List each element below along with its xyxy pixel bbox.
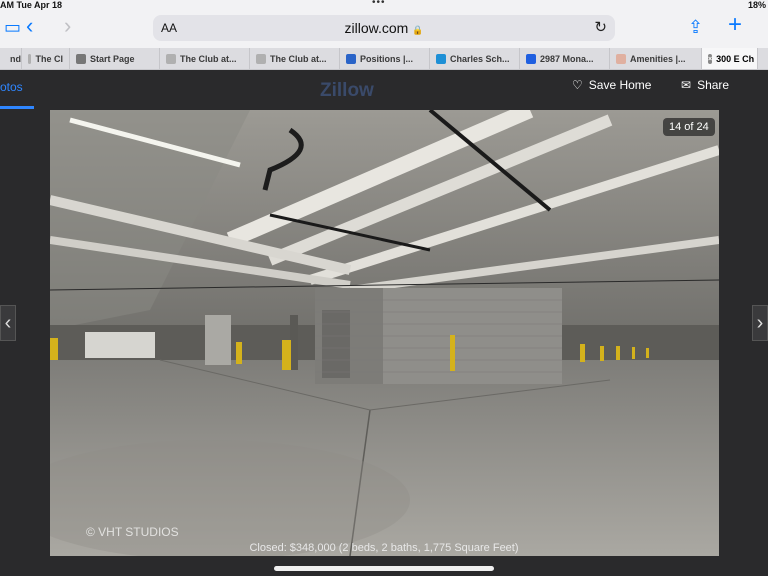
tab-label: Start Page bbox=[90, 54, 135, 64]
lock-icon: 🔒 bbox=[412, 25, 424, 35]
amenities-favicon-icon bbox=[616, 54, 626, 64]
tab-label: 2987 Mona... bbox=[540, 54, 594, 64]
tab-label: nd bbox=[10, 54, 21, 64]
tab-label: Charles Sch... bbox=[450, 54, 510, 64]
tab-item[interactable]: The Club at... bbox=[160, 48, 250, 69]
photo-counter: 14 of 24 bbox=[663, 118, 715, 136]
tab-label: The Club at... bbox=[180, 54, 237, 64]
home-indicator[interactable] bbox=[274, 566, 494, 571]
sidebar-icon[interactable]: ▭ bbox=[4, 16, 21, 38]
chevron-right-icon: › bbox=[756, 311, 764, 334]
grid-favicon-icon bbox=[346, 54, 356, 64]
zillow-photo-viewer: otos Zillow ♡ Save Home ✉ Share 14 of 24… bbox=[0, 70, 768, 576]
tab-label: The Club at... bbox=[270, 54, 327, 64]
zillow-favicon-icon bbox=[526, 54, 536, 64]
garage-photo-image bbox=[50, 110, 719, 556]
tab-photos[interactable]: otos bbox=[0, 80, 23, 94]
reload-icon[interactable]: ↻ bbox=[594, 18, 607, 36]
save-home-label: Save Home bbox=[588, 78, 652, 92]
tab-underline bbox=[0, 106, 34, 109]
tab-item[interactable]: Charles Sch... bbox=[430, 48, 520, 69]
multitasking-dots[interactable]: ••• bbox=[372, 0, 386, 8]
forward-icon[interactable]: › bbox=[64, 15, 71, 37]
m-favicon-icon bbox=[256, 54, 266, 64]
tab-label: Positions |... bbox=[360, 54, 414, 64]
zillow-logo: Zillow bbox=[320, 80, 374, 101]
tab-strip: nd The Cl Start Page The Club at... The Club… bbox=[0, 48, 768, 70]
status-bar: AM Tue Apr 18 ••• 18% bbox=[0, 0, 768, 10]
tab-item[interactable]: nd bbox=[0, 48, 22, 69]
next-photo-button[interactable]: › bbox=[752, 305, 768, 341]
tab-item[interactable]: Start Page bbox=[70, 48, 160, 69]
new-tab-icon[interactable]: + bbox=[728, 13, 742, 37]
share-icon[interactable]: ⇪ bbox=[688, 16, 703, 38]
tab-label: Amenities |... bbox=[630, 54, 686, 64]
chevron-left-icon: ‹ bbox=[4, 311, 12, 334]
heart-icon: ♡ bbox=[572, 78, 583, 92]
status-time: AM Tue Apr 18 bbox=[0, 0, 63, 10]
schwab-favicon-icon bbox=[436, 54, 446, 64]
tab-item[interactable]: Positions |... bbox=[340, 48, 430, 69]
save-home-button[interactable]: ♡ Save Home bbox=[572, 78, 651, 92]
listing-photo[interactable] bbox=[50, 110, 719, 556]
photo-caption: Closed: $348,000 (2 beds, 2 baths, 1,775… bbox=[249, 542, 519, 554]
browser-toolbar: ▭ ‹ › AA zillow.com 🔒 ↻ ⇪ + bbox=[0, 10, 768, 48]
tab-item[interactable]: The Club at... bbox=[250, 48, 340, 69]
tab-label: 300 E Ch bbox=[716, 54, 755, 64]
mail-icon: ✉ bbox=[681, 78, 692, 92]
share-button[interactable]: ✉ Share bbox=[681, 78, 729, 92]
url-domain: zillow.com 🔒 bbox=[344, 20, 424, 36]
tab-item[interactable]: × 300 E Ch bbox=[702, 48, 758, 69]
share-label: Share bbox=[697, 78, 730, 92]
address-bar[interactable]: AA zillow.com 🔒 ↻ bbox=[153, 15, 615, 41]
tab-item[interactable]: The Cl bbox=[22, 48, 70, 69]
m-favicon-icon bbox=[166, 54, 176, 64]
back-icon[interactable]: ‹ bbox=[26, 15, 33, 37]
star-favicon-icon bbox=[76, 54, 86, 64]
close-icon[interactable]: × bbox=[708, 54, 713, 64]
battery-status: 18% bbox=[747, 0, 766, 10]
tab-label: The Cl bbox=[35, 54, 63, 64]
m-favicon-icon bbox=[28, 54, 32, 64]
prev-photo-button[interactable]: ‹ bbox=[0, 305, 16, 341]
tab-item[interactable]: 2987 Mona... bbox=[520, 48, 610, 69]
photo-watermark: © VHT STUDIOS bbox=[86, 525, 179, 539]
tab-item[interactable]: Amenities |... bbox=[610, 48, 702, 69]
